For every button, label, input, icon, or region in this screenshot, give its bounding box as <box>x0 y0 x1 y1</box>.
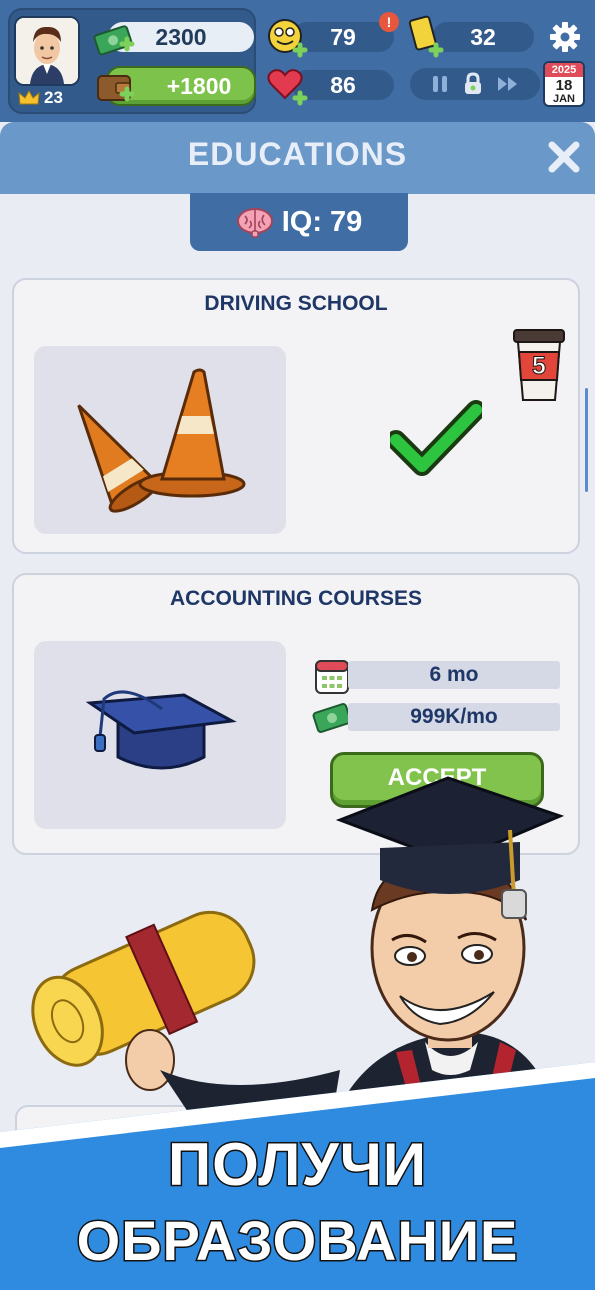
brain-icon <box>236 208 273 238</box>
promo-headline-line1: ПОЛУЧИ <box>166 1130 427 1200</box>
health-value: 86 <box>330 71 356 98</box>
cash-plus-icon[interactable] <box>92 20 136 60</box>
fast-forward-icon[interactable] <box>496 74 520 94</box>
page-title: EDUCATIONS <box>187 136 408 172</box>
traffic-cones-icon <box>77 368 246 513</box>
coffee-count: 5 <box>532 352 547 381</box>
scrollbar[interactable] <box>585 388 588 492</box>
iq-value: IQ: 79 <box>281 205 363 238</box>
happiness-value: 79 <box>330 23 356 50</box>
cost-row: 999K/mo <box>312 701 562 733</box>
energy-display[interactable]: 32 <box>432 22 534 52</box>
course-title: DRIVING SCHOOL <box>204 292 388 315</box>
graduation-cap-icon <box>85 690 237 770</box>
calendar-icon <box>315 660 349 694</box>
course-title: ACCOUNTING COURSES <box>169 587 422 610</box>
promo-headline-line2: ОБРАЗОВАНИЕ <box>75 1208 519 1274</box>
alert-badge[interactable]: ! <box>379 12 399 32</box>
accept-button[interactable]: ACCEPT <box>330 752 544 808</box>
player-level: 23 <box>18 88 63 108</box>
calendar-day: 18 <box>555 77 573 94</box>
coffee-cup-badge: 5 <box>510 328 568 404</box>
course-card-accounting: ACCOUNTING COURSES 6 mo 999K/mo ACCEPT <box>12 573 580 855</box>
player-panel[interactable]: 23 2300 +1800 <box>8 8 256 114</box>
close-icon[interactable] <box>543 136 585 178</box>
smiley-icon[interactable] <box>265 16 309 60</box>
energy-value: 32 <box>470 23 496 50</box>
heart-icon[interactable] <box>265 64 309 108</box>
crown-icon <box>18 90 40 105</box>
iq-indicator: IQ: 79 <box>190 193 408 251</box>
pause-icon[interactable] <box>430 74 450 94</box>
calendar-date[interactable]: 2025 18 JAN <box>543 61 585 107</box>
level-value: 23 <box>44 88 63 107</box>
lock-icon[interactable] <box>463 72 483 96</box>
course-image <box>34 346 286 534</box>
course-image <box>34 641 286 829</box>
duration-row: 6 mo <box>314 659 562 694</box>
gear-icon[interactable] <box>548 20 582 54</box>
duration-value: 6 mo <box>348 661 560 689</box>
money-value: 2300 <box>155 23 207 50</box>
top-hud: 23 2300 +1800 79 ! 32 86 2025 18 JAN <box>0 0 595 122</box>
income-value: +1800 <box>166 72 232 99</box>
cost-value: 999K/mo <box>348 703 560 731</box>
time-controls <box>410 68 540 100</box>
calendar-year: 2025 <box>545 63 583 77</box>
course-card-driving-school: DRIVING SCHOOL 5 <box>12 278 580 554</box>
wallet-icon <box>97 75 134 102</box>
checkmark-icon <box>390 400 482 476</box>
cash-icon <box>312 703 352 733</box>
calendar-month: JAN <box>552 93 575 105</box>
player-avatar[interactable] <box>14 16 80 86</box>
energy-card-icon[interactable] <box>405 14 445 60</box>
